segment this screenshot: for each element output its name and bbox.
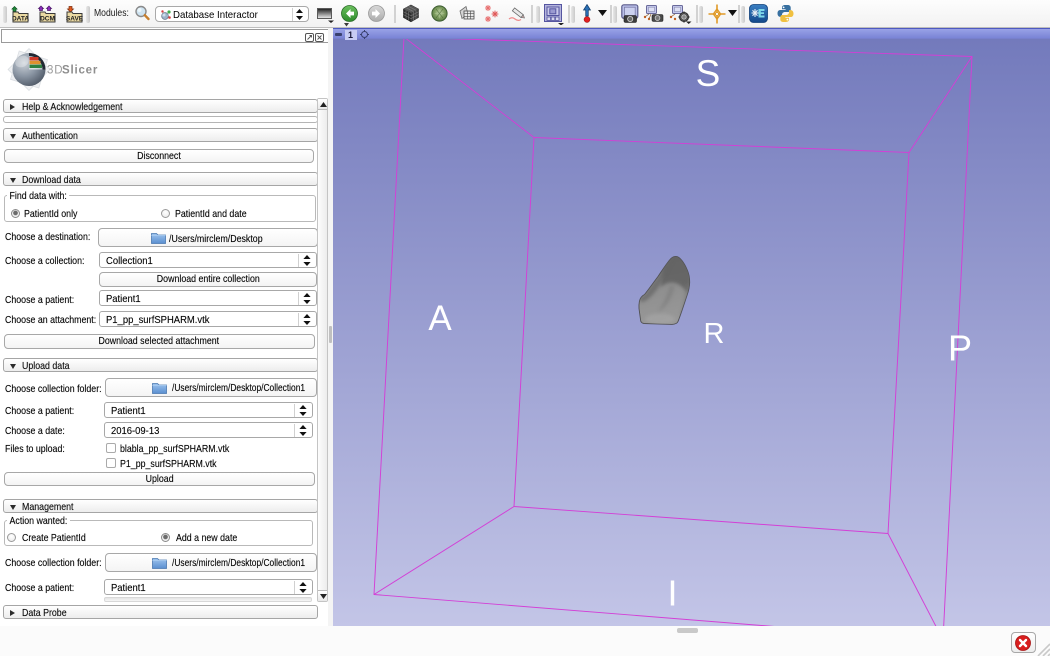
svg-text:DATA: DATA	[12, 16, 29, 23]
svg-text:3D: 3D	[47, 65, 63, 77]
svg-text:S: S	[696, 53, 721, 94]
svg-text:R: R	[704, 318, 725, 350]
svg-text:P: P	[948, 327, 972, 368]
svg-text:DCM: DCM	[40, 16, 55, 23]
svg-text:Slicer: Slicer	[62, 65, 98, 77]
svg-text:A: A	[428, 299, 452, 338]
svg-text:I: I	[667, 572, 677, 613]
svg-text:SAVE: SAVE	[66, 16, 83, 23]
